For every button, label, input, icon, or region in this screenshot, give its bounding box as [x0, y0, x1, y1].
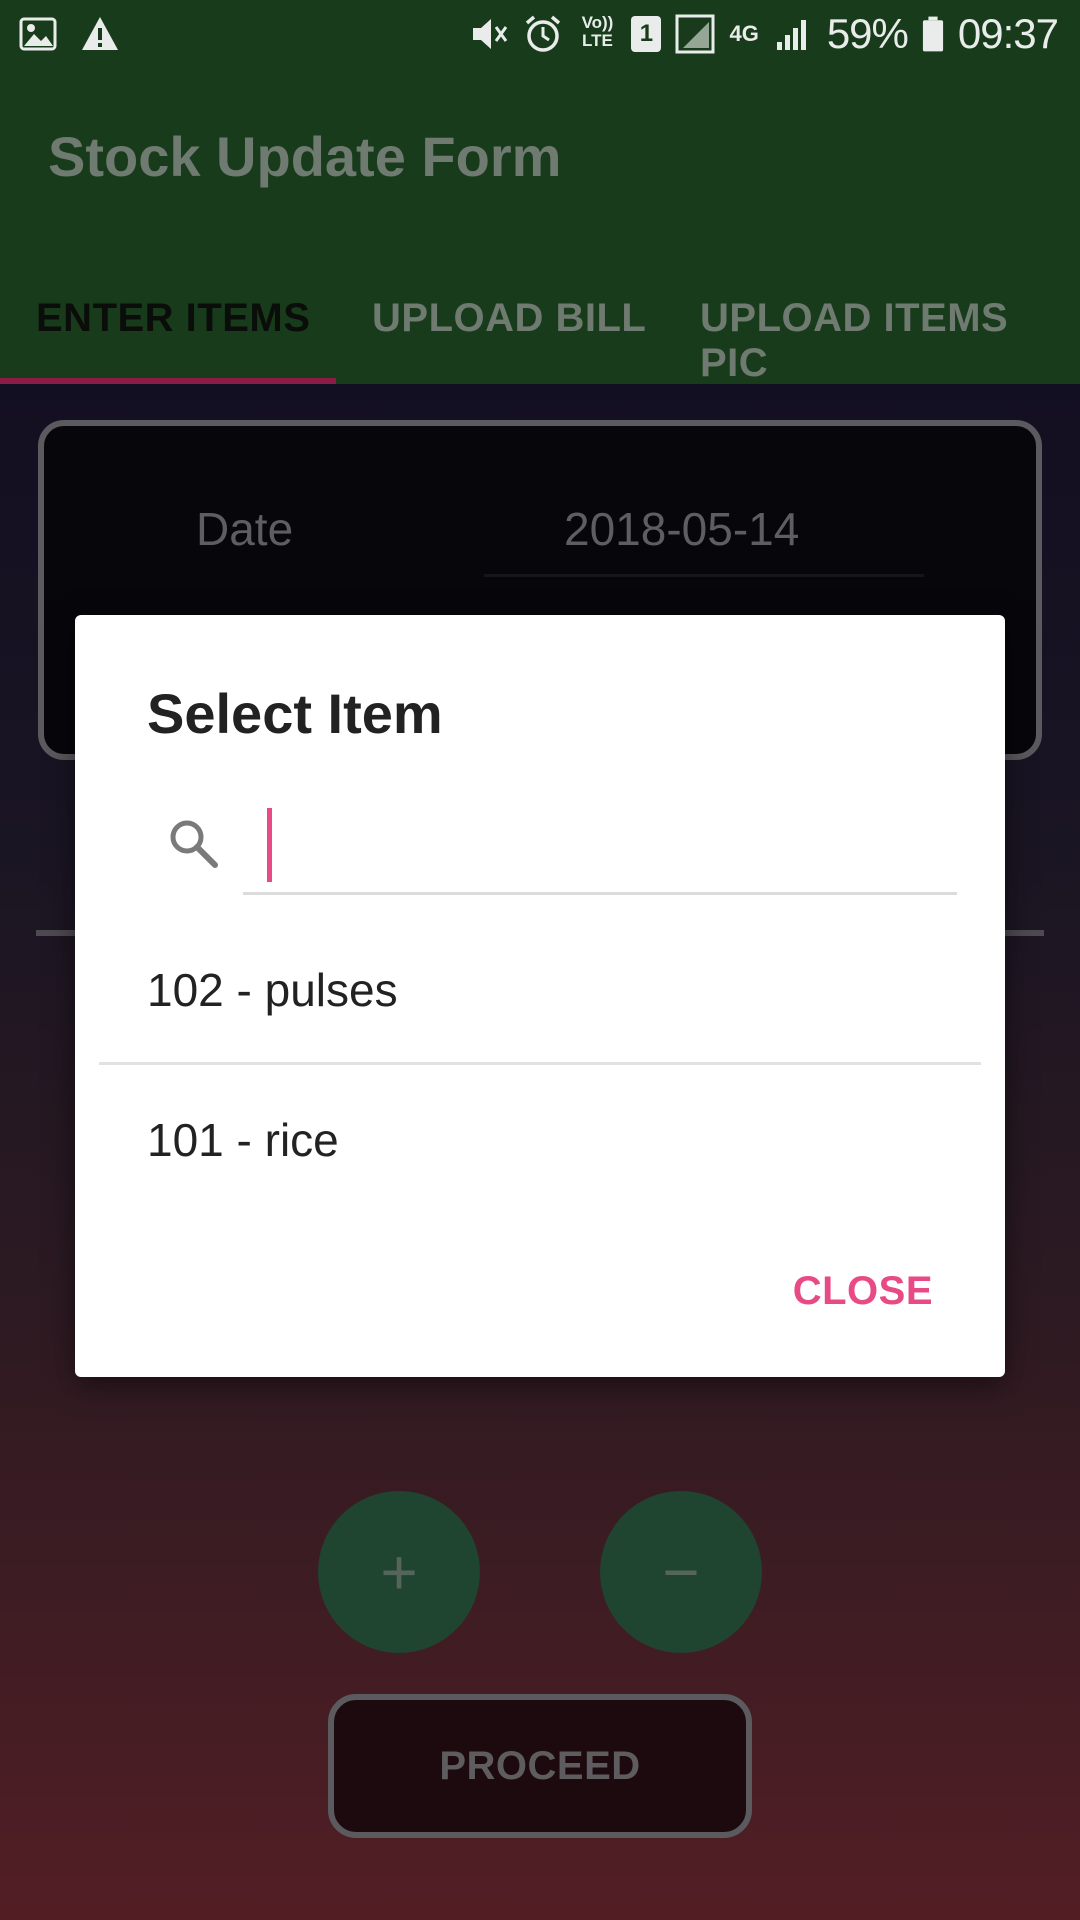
- divider: [1000, 930, 1044, 936]
- volte-icon: Vo)) LTE: [581, 13, 614, 50]
- mute-icon: [473, 19, 508, 49]
- dialog-title: Select Item: [147, 682, 443, 745]
- tab-upload-items-pic[interactable]: UPLOAD ITEMS PIC: [700, 296, 1080, 386]
- tab-bar: ENTER ITEMS UPLOAD BILL UPLOAD ITEMS PIC: [0, 272, 1080, 386]
- warning-icon: [82, 17, 118, 50]
- close-button[interactable]: CLOSE: [793, 1269, 933, 1314]
- signal-strength-icon: [675, 14, 715, 54]
- date-field[interactable]: 2018-05-14: [564, 502, 799, 556]
- battery-icon: [922, 16, 943, 52]
- list-item[interactable]: 101 - rice: [99, 1065, 981, 1211]
- text-cursor: [267, 808, 272, 882]
- alarm-icon: [526, 15, 561, 52]
- image-icon: [19, 17, 57, 51]
- tab-upload-bill[interactable]: UPLOAD BILL: [372, 296, 646, 341]
- search-input[interactable]: [243, 795, 957, 895]
- select-item-dialog: Select Item 102 - pulses 101 - rice CLOS…: [75, 615, 1005, 1377]
- date-label: Date: [196, 503, 294, 555]
- system-status: Vo)) LTE 1 4G 59% 09:37: [469, 10, 1059, 58]
- signal-bars-icon: [776, 20, 806, 50]
- app-bar: Stock Update Form ENTER ITEMS UPLOAD BIL…: [0, 72, 1080, 386]
- network-type: 4G: [729, 21, 759, 46]
- clock: 09:37: [957, 10, 1059, 57]
- add-item-button[interactable]: +: [318, 1491, 480, 1653]
- list-item-label: 102 - pulses: [147, 964, 398, 1016]
- list-item-label: 101 - rice: [147, 1114, 339, 1166]
- notification-icons: [18, 14, 120, 54]
- sim-icon: 1: [631, 16, 662, 52]
- date-field-underline: [484, 574, 924, 577]
- tab-enter-items[interactable]: ENTER ITEMS: [36, 296, 310, 341]
- page-title: Stock Update Form: [48, 125, 562, 188]
- proceed-button[interactable]: PROCEED: [328, 1694, 752, 1838]
- battery-percent: 59%: [826, 10, 909, 57]
- list-item[interactable]: 102 - pulses: [99, 915, 981, 1061]
- remove-item-button[interactable]: −: [600, 1491, 762, 1653]
- search-icon: [170, 820, 218, 868]
- status-bar: Vo)) LTE 1 4G 59% 09:37: [0, 0, 1080, 72]
